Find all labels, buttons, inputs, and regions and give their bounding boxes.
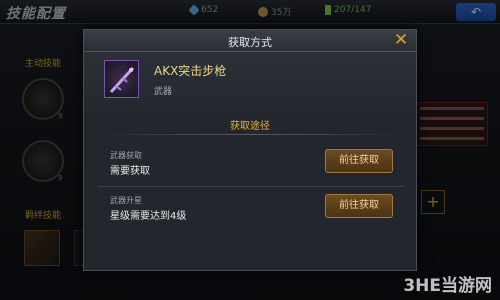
go-acquire-button[interactable]: 前往获取	[325, 149, 393, 173]
divider	[98, 134, 404, 135]
section-title: 获取途径	[230, 121, 270, 132]
watermark-logo: 3HE当游网	[403, 276, 492, 296]
close-icon: ✕	[393, 30, 409, 50]
acquire-method-row: 武器升星 星级需要达到4级 前往获取	[96, 193, 406, 229]
item-name: AKX突击步枪	[154, 64, 227, 78]
method-desc: 需要获取	[110, 166, 150, 177]
go-upgrade-button[interactable]: 前往获取	[325, 194, 393, 218]
item-type: 武器	[154, 87, 173, 97]
item-row: AKX突击步枪 武器	[84, 52, 416, 112]
method-desc: 星级需要达到4级	[110, 211, 187, 222]
rifle-icon	[104, 60, 139, 98]
close-button[interactable]: ✕	[392, 31, 410, 49]
acquire-method-row: 武器获取 需要获取 前往获取	[96, 148, 406, 184]
modal-title: 获取方式	[228, 36, 272, 49]
method-label: 武器获取	[110, 151, 142, 160]
modal-header: 获取方式 ✕	[84, 30, 416, 52]
method-label: 武器升星	[110, 196, 142, 205]
acquire-modal: 获取方式 ✕ AKX突击步枪 武器 获取途径 武器获取 需要获取 前往获取 武器…	[83, 29, 417, 271]
divider	[98, 186, 404, 187]
